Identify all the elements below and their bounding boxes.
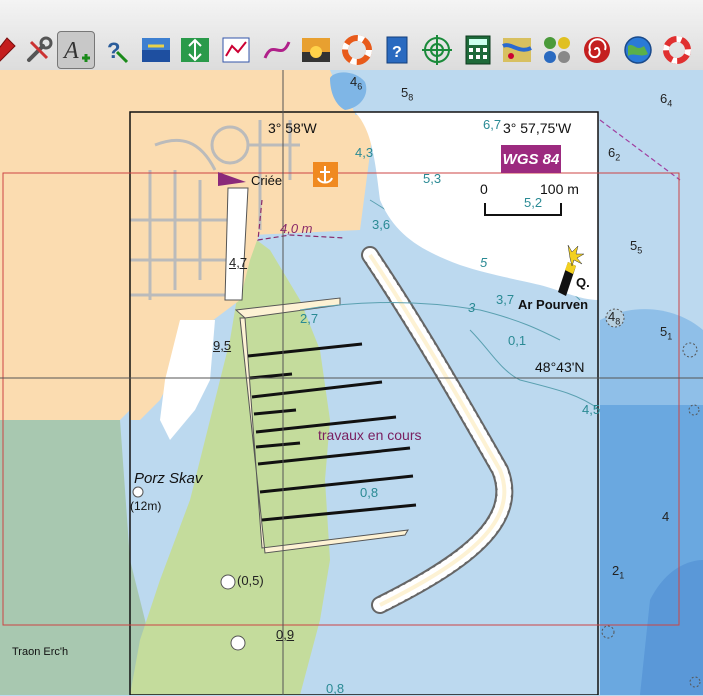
sounding: 5,2 [524,195,543,210]
sounding: 64 [660,91,673,109]
scale-end: 100 m [540,181,579,197]
sounding: 4,5 [582,402,601,417]
calculator-button[interactable] [459,31,497,69]
sounding: 2,7 [300,311,319,326]
sunset-icon [302,38,330,62]
svg-text:?: ? [107,38,120,63]
sounding: 6,7 [483,117,502,132]
rescue-button[interactable] [658,31,696,69]
gps-settings-icon [544,37,570,63]
lon-label-east: 3° 57,75'W [503,120,572,136]
sounding: 46 [350,74,363,92]
graph-icon [222,37,250,63]
spiral-button[interactable] [578,31,616,69]
sunset-button[interactable] [297,31,335,69]
gps-settings-button[interactable] [538,31,576,69]
sounding: 3,6 [372,217,391,232]
sounding: (0,5) [237,573,264,588]
rescue-buoy-icon [663,36,691,64]
target-button[interactable] [418,31,456,69]
lat-label: 48°43'N [535,359,585,375]
depth-limit-label: 4,0 m [280,221,313,236]
sounding: 4,7 [229,255,248,270]
help-book-icon: ? [386,36,408,64]
porz-skav-height: (12m) [130,499,162,513]
tool-red-button[interactable] [0,31,22,69]
sounding: 0,8 [360,485,379,500]
porz-skav-label: Porz Skav [134,470,203,487]
wrench-screwdriver-icon [27,36,53,62]
red-marker-icon [0,37,16,62]
sounding: 0,8 [326,681,345,696]
sounding: 48 [608,309,621,327]
weather-map-button[interactable] [498,31,536,69]
route-button[interactable] [258,31,296,69]
sounding: 55 [630,238,643,256]
svg-text:A: A [62,38,79,64]
sounding: 62 [608,145,621,163]
text-add-icon: A [62,38,90,64]
question-cursor-icon: ? [107,38,129,64]
globe-button[interactable] [619,31,657,69]
calculator-icon [465,35,491,65]
nautical-chart[interactable]: 3° 58'W 3° 57,75'W 48°43'N WGS 84 0 100 … [0,70,703,695]
tools-button[interactable] [20,31,58,69]
sounding: 0,9 [276,627,295,642]
light-characteristic: Q. [576,275,590,290]
spiral-icon [584,37,610,63]
toolbar: A ? ? [0,0,703,71]
traon-erch-label: Traon Erc'h [12,646,69,658]
scale-zero: 0 [480,181,488,197]
sounding: 5 [480,255,488,270]
sounding: 5,3 [423,171,442,186]
sounding: 51 [660,324,673,342]
svg-text:?: ? [392,44,402,61]
chart-graph-button[interactable] [217,31,255,69]
tide-arrows-icon [142,38,170,62]
sounding: 4,3 [355,145,374,160]
sounding: 3,7 [496,292,515,307]
ar-pourven-label: Ar Pourven [518,297,589,312]
lon-label-west: 3° 58'W [268,120,317,136]
route-line-icon [263,41,291,59]
criee-label: Criée [251,173,283,188]
add-text-button[interactable]: A [57,31,95,69]
lifebuoy-button[interactable] [338,31,376,69]
sounding: 21 [612,563,625,581]
help-query-button[interactable]: ? [96,31,134,69]
weather-map-icon [502,38,532,62]
sounding: 3 [468,300,476,315]
crosshair-target-icon [422,35,452,65]
datum-badge: WGS 84 [501,145,561,173]
help-book-button[interactable]: ? [378,31,416,69]
tide-wave-icon [181,38,209,62]
works-label: travaux en cours [318,427,422,443]
tide-curve-button[interactable] [176,31,214,69]
lifebuoy-icon [342,35,372,65]
sounding: 58 [401,85,414,103]
tide-height-button[interactable] [137,31,175,69]
sounding: 0,1 [508,333,527,348]
chart-canvas [0,70,703,695]
sounding: 9,5 [213,338,232,353]
sounding: 4 [662,509,670,524]
globe-icon [624,36,652,64]
